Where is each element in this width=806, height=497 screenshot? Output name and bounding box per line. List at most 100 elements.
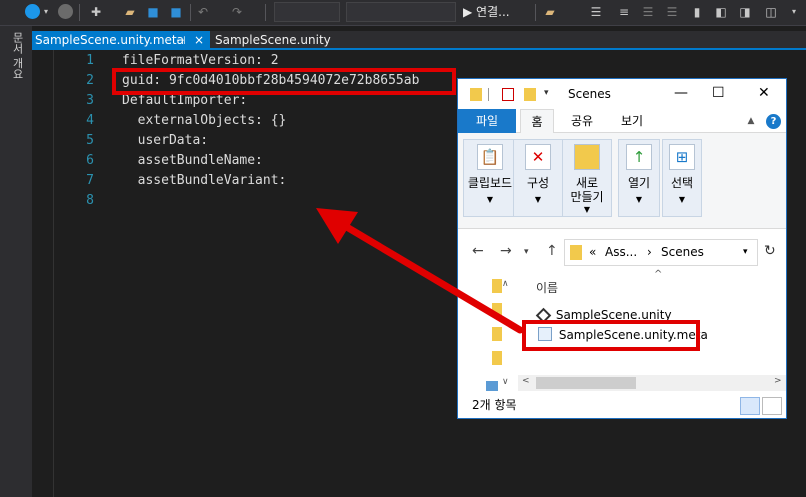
item-count: 2개 항목: [472, 398, 517, 412]
save-all-icon[interactable]: ■: [168, 3, 184, 21]
new-project-icon[interactable]: ✚: [88, 3, 104, 21]
tab-samplescene-unity[interactable]: SampleScene.unity: [212, 31, 362, 50]
toolbar-overflow-icon[interactable]: ▾: [788, 3, 800, 21]
column-header-name[interactable]: 이름: [536, 279, 558, 296]
horizontal-scrollbar[interactable]: < >: [518, 375, 786, 391]
maximize-icon[interactable]: ☐: [712, 85, 725, 101]
document-outline-tab[interactable]: 문서 개요: [9, 32, 24, 80]
address-bar[interactable]: « Ass... › Scenes ▾: [564, 239, 758, 266]
meta-file-highlight-box: [522, 320, 700, 351]
address-overflow[interactable]: «: [589, 240, 596, 265]
divider-icon: [488, 88, 489, 101]
scroll-up-icon[interactable]: ∧: [502, 279, 509, 289]
close-icon[interactable]: ×: [194, 31, 204, 50]
folder-icon[interactable]: [492, 351, 502, 365]
ribbon-group-new[interactable]: 새로 만들기 ▼: [562, 139, 612, 217]
bookmark-icon[interactable]: ▮: [690, 3, 704, 21]
line-number: 4: [86, 113, 94, 128]
navigation-pane[interactable]: ∧ ∨: [458, 277, 518, 395]
code-line[interactable]: assetBundleName:: [122, 151, 263, 171]
scroll-right-icon[interactable]: >: [774, 376, 782, 386]
tab-file[interactable]: 파일: [458, 109, 516, 133]
ribbon-group-clipboard[interactable]: 📋 클립보드 ▼: [463, 139, 517, 217]
minimize-icon[interactable]: —: [674, 85, 688, 101]
new-folder-icon[interactable]: [524, 88, 536, 101]
line-number: 3: [86, 93, 94, 108]
bookmark-next-icon[interactable]: ◨: [738, 3, 752, 21]
editor-margin: [32, 50, 54, 497]
chevron-down-icon: ▼: [486, 195, 494, 204]
pin-icon[interactable]: ⊣: [176, 31, 186, 50]
chevron-down-icon[interactable]: ▾: [544, 88, 556, 101]
folder-icon: [570, 245, 582, 260]
code-line[interactable]: userData:: [122, 131, 208, 151]
attach-icon[interactable]: ▰: [542, 3, 558, 21]
clear-bookmarks-icon[interactable]: ◫: [764, 3, 778, 21]
back-icon[interactable]: [25, 4, 40, 19]
line-number: 6: [86, 153, 94, 168]
format-icon[interactable]: ☰: [588, 3, 604, 21]
explorer-title-bar: ▾ Scenes — ☐ ✕: [458, 79, 786, 109]
forward-icon[interactable]: [58, 4, 73, 19]
configuration-dropdown[interactable]: [274, 2, 340, 22]
main-toolbar: ▾ ✚ ▰ ■ ■ ↶ ↷ ▶ 연결... ▰ ☰ ≡ ☰ ☰ ▮ ◧ ◨ ◫ …: [0, 0, 806, 26]
recent-locations-icon[interactable]: ▾: [524, 247, 529, 257]
ribbon-group-organize[interactable]: ✕ 구성 ▼: [513, 139, 563, 217]
tab-share[interactable]: 공유: [562, 109, 602, 133]
forward-icon[interactable]: →: [500, 243, 512, 259]
redo-icon[interactable]: ↷: [230, 3, 244, 21]
large-icons-view-icon[interactable]: [762, 397, 782, 415]
line-number: 8: [86, 193, 94, 208]
address-dropdown-icon[interactable]: ▾: [743, 240, 748, 265]
quick-access-icon[interactable]: [486, 381, 498, 391]
comment-icon[interactable]: ☰: [640, 3, 656, 21]
collapse-ribbon-icon[interactable]: ▲: [744, 109, 758, 133]
help-icon[interactable]: ?: [766, 114, 781, 129]
line-number: 7: [86, 173, 94, 188]
undo-icon[interactable]: ↶: [196, 3, 210, 21]
details-view-icon[interactable]: [740, 397, 760, 415]
save-icon[interactable]: ■: [146, 3, 160, 21]
line-number: 2: [86, 73, 94, 88]
code-line[interactable]: externalObjects: {}: [122, 111, 287, 131]
clipboard-icon: 📋: [477, 144, 503, 170]
chevron-down-icon: ▼: [583, 205, 591, 214]
tab-samplescene-unity-meta[interactable]: SampleScene.unity.meta ⊣ ×: [32, 31, 210, 50]
group-label: 구성: [526, 176, 550, 190]
line-number: 1: [86, 53, 94, 68]
open-icon: ↑: [626, 144, 652, 170]
open-folder-icon[interactable]: ▰: [122, 3, 138, 21]
folder-icon: [470, 88, 482, 101]
tab-home[interactable]: 홈: [520, 109, 554, 134]
scrollbar-thumb[interactable]: [536, 377, 636, 389]
uncomment-icon[interactable]: ☰: [664, 3, 680, 21]
tab-label: SampleScene.unity.meta: [35, 33, 184, 47]
tab-view[interactable]: 보기: [612, 109, 652, 133]
properties-icon[interactable]: [502, 88, 514, 101]
navigation-bar: ← → ▾ ↑ « Ass... › Scenes ▾ ↻: [458, 229, 786, 277]
ribbon-tabs: 파일 홈 공유 보기 ▲ ?: [458, 109, 786, 134]
chevron-down-icon: ▼: [534, 195, 542, 204]
dropdown-arrow-icon[interactable]: ▾: [42, 3, 50, 21]
refresh-icon[interactable]: ↻: [764, 243, 776, 259]
folder-icon[interactable]: [492, 303, 502, 317]
ribbon-group-select[interactable]: ⊞ 선택 ▼: [662, 139, 702, 217]
code-line[interactable]: assetBundleVariant:: [122, 171, 287, 191]
address-segment[interactable]: Ass...: [605, 240, 637, 265]
folder-icon[interactable]: [492, 327, 502, 341]
bookmark-prev-icon[interactable]: ◧: [714, 3, 728, 21]
address-segment[interactable]: Scenes: [661, 240, 704, 265]
delete-x-icon: ✕: [525, 144, 551, 170]
platform-dropdown[interactable]: [346, 2, 456, 22]
folder-icon[interactable]: [492, 279, 502, 293]
up-icon[interactable]: ↑: [546, 243, 558, 259]
start-button[interactable]: ▶ 연결...: [463, 3, 533, 21]
new-folder-icon: [574, 144, 600, 170]
scroll-down-icon[interactable]: ∨: [502, 377, 509, 387]
indent-icon[interactable]: ≡: [616, 3, 632, 21]
ribbon-group-open[interactable]: ↑ 열기 ▼: [618, 139, 660, 217]
close-icon[interactable]: ✕: [758, 85, 770, 101]
group-label: 새로: [575, 176, 599, 190]
back-icon[interactable]: ←: [472, 243, 484, 259]
scroll-left-icon[interactable]: <: [522, 376, 530, 386]
